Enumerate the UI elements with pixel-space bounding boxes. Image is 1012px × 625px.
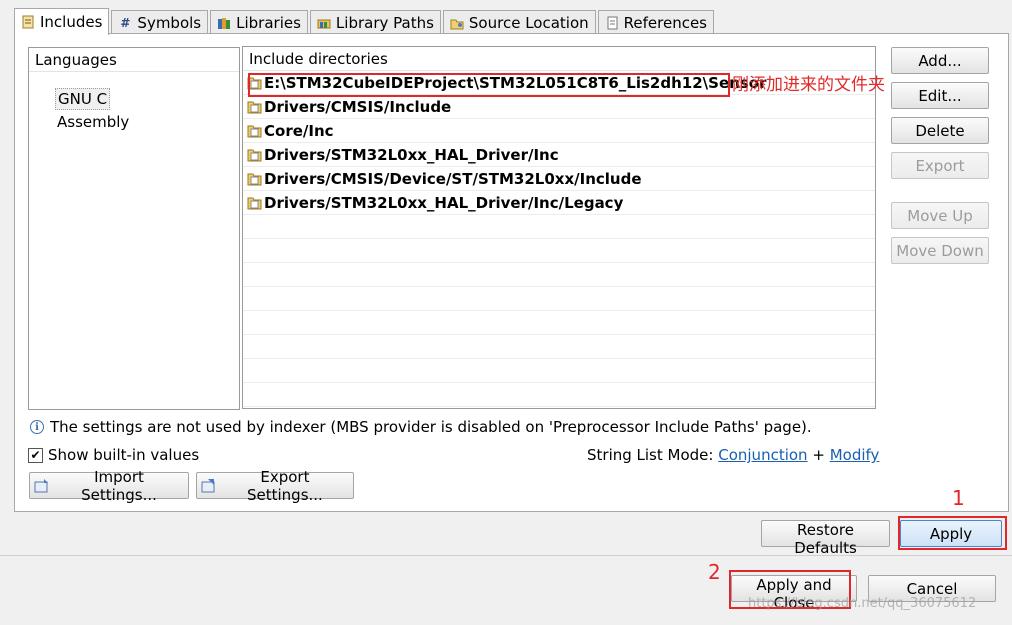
empty-row	[243, 215, 875, 239]
language-item-assembly[interactable]: Assembly	[55, 111, 131, 133]
apply-button[interactable]: Apply	[900, 520, 1002, 547]
export-button[interactable]: Export	[891, 152, 989, 179]
export-settings-icon	[201, 478, 215, 492]
export-settings-label: Export Settings...	[246, 467, 323, 504]
restore-defaults-button[interactable]: Restore Defaults	[761, 520, 890, 557]
show-builtin-checkbox[interactable]: ✔ Show built-in values	[28, 446, 199, 464]
include-dir-row[interactable]: Drivers/CMSIS/Device/ST/STM32L0xx/Includ…	[243, 167, 875, 191]
info-icon: i	[30, 420, 44, 434]
step-2-number: 2	[708, 560, 721, 584]
hash-icon: #	[120, 15, 131, 30]
source-folder-icon	[450, 16, 464, 30]
include-dir-path: Drivers/STM32L0xx_HAL_Driver/Inc/Legacy	[264, 193, 624, 212]
tab-libraries[interactable]: Libraries	[210, 10, 308, 34]
move-down-button[interactable]: Move Down	[891, 237, 989, 264]
include-dir-row[interactable]: Drivers/CMSIS/Include	[243, 95, 875, 119]
include-folder-icon	[247, 125, 262, 138]
references-icon	[605, 16, 619, 30]
include-dir-path: Drivers/CMSIS/Include	[264, 97, 452, 116]
tab-label: Library Paths	[335, 13, 434, 32]
delete-button[interactable]: Delete	[891, 117, 989, 144]
annotation-note: 刚添加进来的文件夹	[732, 75, 885, 95]
include-dir-path: Drivers/STM32L0xx_HAL_Driver/Inc	[264, 145, 559, 164]
empty-row	[243, 263, 875, 287]
string-list-mode-label: String List Mode:	[587, 446, 714, 464]
edit-button[interactable]: Edit...	[891, 82, 989, 109]
includes-panel: Languages GNU C Assembly Include directo…	[14, 33, 1009, 512]
include-dir-row[interactable]: Core/Inc	[243, 119, 875, 143]
info-text: The settings are not used by indexer (MB…	[50, 418, 812, 436]
include-folder-icon	[247, 173, 262, 186]
empty-row	[243, 335, 875, 359]
tab-bar: Includes # Symbols Libraries Library Pat…	[14, 8, 716, 35]
tab-library-paths[interactable]: Library Paths	[309, 10, 441, 34]
tab-source-location[interactable]: Source Location	[442, 10, 596, 34]
checkbox-icon[interactable]: ✔	[28, 447, 43, 463]
empty-row	[243, 359, 875, 383]
separator	[0, 555, 1012, 556]
import-settings-button[interactable]: Import Settings...	[29, 468, 189, 504]
languages-list[interactable]: Languages GNU C Assembly	[28, 47, 240, 410]
export-settings-button[interactable]: Export Settings...	[196, 468, 354, 504]
language-item-gnu-c[interactable]: GNU C	[55, 88, 111, 110]
include-folder-icon	[247, 77, 262, 90]
tab-includes[interactable]: Includes	[14, 8, 110, 35]
include-dir-path: Core/Inc	[264, 121, 334, 140]
library-paths-icon	[317, 16, 331, 30]
empty-row	[243, 239, 875, 263]
empty-row	[243, 311, 875, 335]
modify-link[interactable]: Modify	[830, 446, 880, 464]
tab-label: Includes	[40, 13, 103, 31]
tab-label: Libraries	[236, 13, 301, 32]
empty-row	[243, 287, 875, 311]
tab-label: References	[623, 13, 707, 32]
include-dir-path: E:\STM32CubeIDEProject\STM32L051C8T6_Lis…	[264, 73, 767, 92]
add-button[interactable]: Add...	[891, 47, 989, 74]
tab-symbols[interactable]: # Symbols	[111, 10, 209, 34]
show-builtin-label: Show built-in values	[48, 446, 200, 464]
tab-label: Source Location	[468, 13, 589, 32]
tab-references[interactable]: References	[597, 10, 714, 34]
include-dirs-header: Include directories	[243, 47, 875, 71]
include-dir-row[interactable]: Drivers/STM32L0xx_HAL_Driver/Inc/Legacy	[243, 191, 875, 215]
plus-sign: +	[812, 446, 825, 464]
tab-label: Symbols	[137, 13, 202, 32]
include-dir-path: Drivers/CMSIS/Device/ST/STM32L0xx/Includ…	[264, 169, 642, 188]
libraries-icon	[217, 16, 231, 30]
conjunction-link[interactable]: Conjunction	[718, 446, 807, 464]
include-folder-icon	[247, 101, 262, 114]
include-directories-list[interactable]: Include directories E:\STM32CubeIDEProje…	[242, 46, 876, 409]
empty-row	[243, 383, 875, 407]
indexer-info: i The settings are not used by indexer (…	[30, 418, 812, 436]
step-1-number: 1	[952, 486, 965, 510]
include-folder-icon	[247, 197, 262, 210]
include-dir-row[interactable]: Drivers/STM32L0xx_HAL_Driver/Inc	[243, 143, 875, 167]
import-settings-icon	[34, 478, 48, 492]
includes-icon	[21, 15, 35, 29]
move-up-button[interactable]: Move Up	[891, 202, 989, 229]
watermark: https://blog.csdn.net/qq_36075612	[748, 596, 977, 611]
include-folder-icon	[247, 149, 262, 162]
languages-header: Languages	[29, 48, 239, 72]
import-settings-label: Import Settings...	[81, 467, 157, 504]
string-list-mode: String List Mode: Conjunction + Modify	[587, 446, 879, 464]
